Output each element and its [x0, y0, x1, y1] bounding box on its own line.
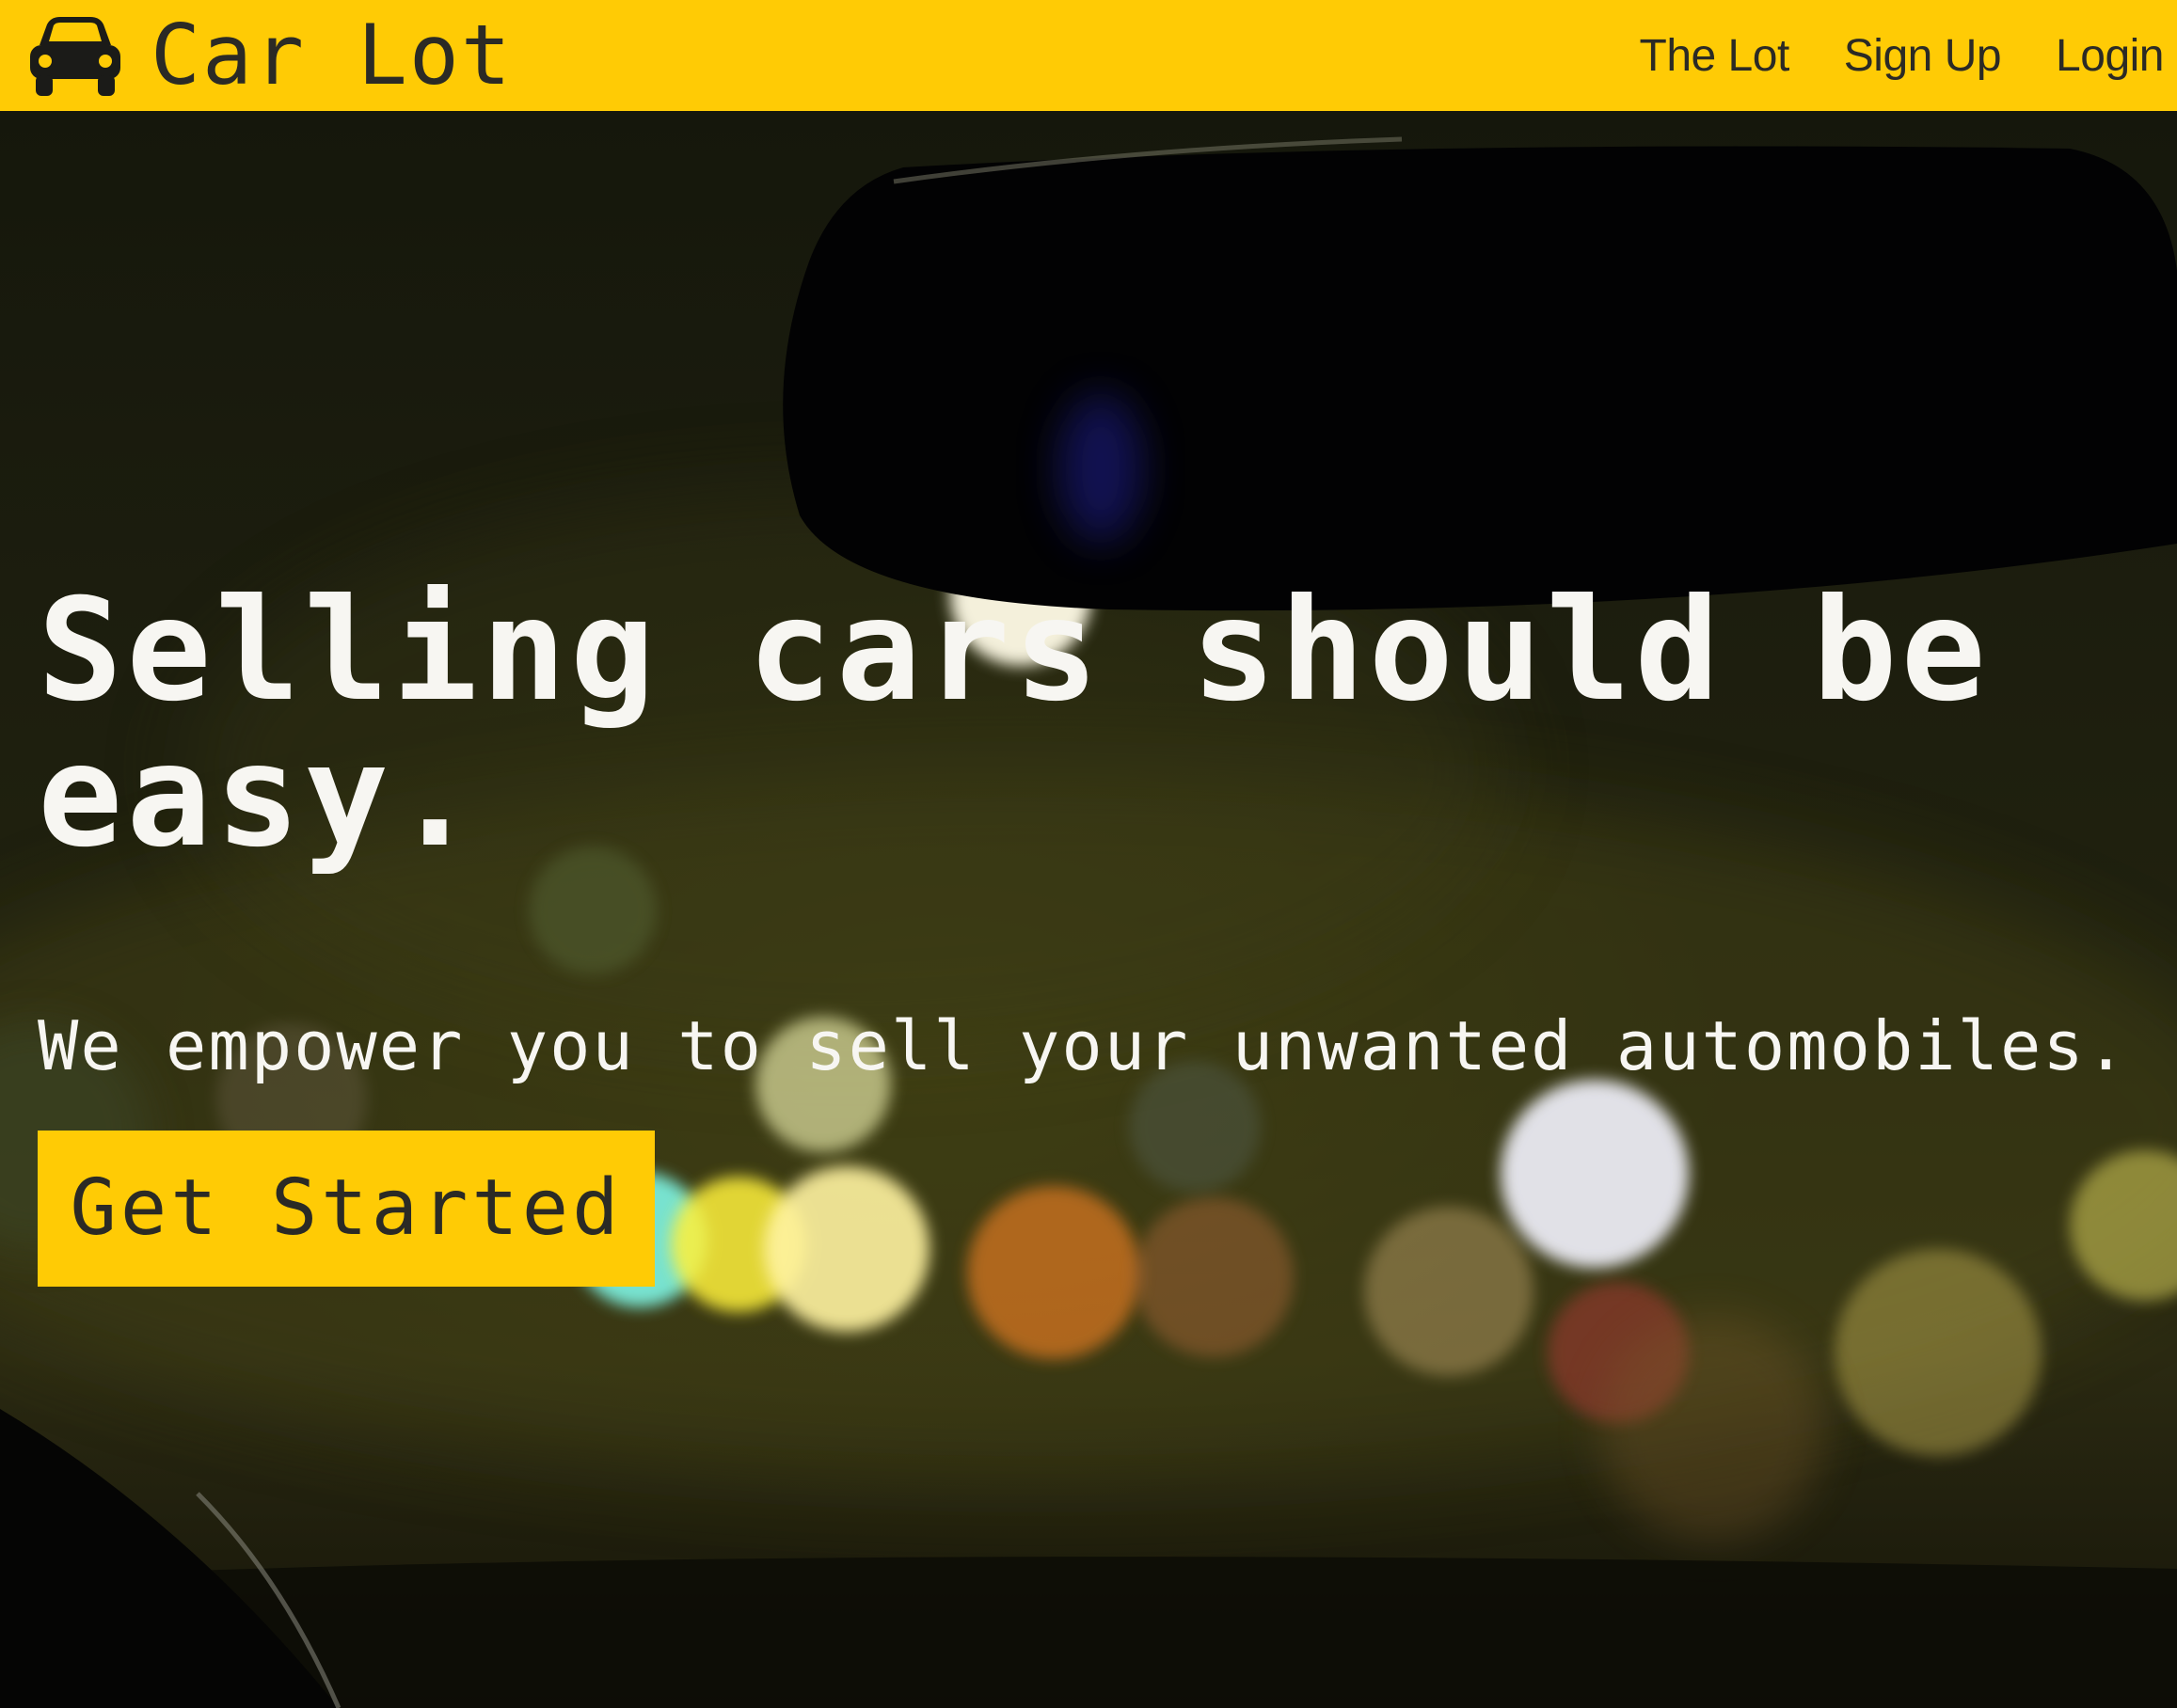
hero-section: Selling cars should be easy. — [0, 111, 2177, 1708]
brand-logo[interactable]: Car Lot — [26, 13, 513, 98]
get-started-button[interactable]: Get Started — [38, 1131, 655, 1287]
top-nav-bar: Car Lot The Lot Sign Up Login — [0, 0, 2177, 111]
hero-subtitle: We empower you to sell your unwanted aut… — [38, 1006, 2129, 1085]
car-icon — [30, 17, 120, 96]
main-navigation: The Lot Sign Up Login — [1585, 0, 2165, 111]
brand-name: Car Lot — [151, 7, 513, 103]
hero-background-image — [0, 136, 2177, 1708]
nav-link-the-lot[interactable]: The Lot — [1640, 30, 1790, 82]
nav-link-sign-up[interactable]: Sign Up — [1844, 30, 2002, 82]
hero-title: Selling cars should be easy. — [38, 569, 1990, 878]
nav-link-login[interactable]: Login — [2056, 30, 2164, 82]
